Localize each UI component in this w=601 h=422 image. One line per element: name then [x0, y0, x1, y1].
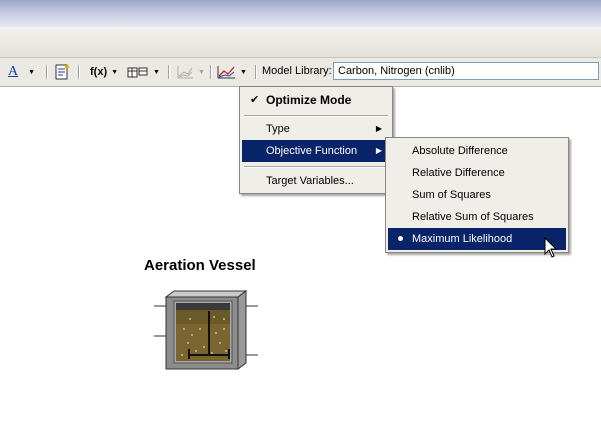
submenu-item-label: Sum of Squares	[412, 189, 491, 201]
dropdown-arrow-icon[interactable]: ▼	[198, 69, 205, 76]
menu-item-label: Objective Function	[266, 145, 358, 157]
menu-separator	[244, 166, 388, 168]
aeration-vessel-icon[interactable]	[154, 289, 258, 373]
submenu-item-sum-of-squares[interactable]: Sum of Squares	[388, 184, 566, 206]
menu-item-label: Optimize Mode	[266, 93, 352, 107]
aeration-vessel-title: Aeration Vessel	[144, 257, 256, 274]
menu-separator	[244, 115, 388, 117]
menu-item-label: Type	[266, 123, 290, 135]
mouse-cursor-icon	[544, 237, 558, 258]
toolbar-separator	[210, 65, 212, 79]
table-button[interactable]: ▼	[127, 58, 160, 86]
checkmark-icon: ✔	[250, 94, 260, 106]
dropdown-arrow-icon[interactable]: ▼	[111, 69, 118, 76]
graph-disabled-button[interactable]: ▼	[176, 58, 205, 86]
notes-icon	[55, 64, 69, 80]
menu-item-label: Target Variables...	[266, 175, 354, 187]
submenu-item-maximum-likelihood[interactable]: Maximum Likelihood	[388, 228, 566, 250]
menu-item-target-variables[interactable]: Target Variables...	[242, 170, 390, 192]
submenu-item-label: Relative Sum of Squares	[412, 211, 534, 223]
function-icon: f(x)	[90, 66, 108, 78]
model-library-field[interactable]: Carbon, Nitrogen (cnlib)	[333, 62, 599, 80]
toolbar-separator	[78, 65, 80, 79]
dropdown-arrow-icon[interactable]: ▼	[240, 69, 247, 76]
radio-bullet-icon	[398, 236, 403, 241]
notes-button[interactable]	[54, 58, 70, 86]
graph-icon	[217, 66, 235, 79]
menu-band	[0, 27, 601, 58]
submenu-item-relative-sum-of-squares[interactable]: Relative Sum of Squares	[388, 206, 566, 228]
objective-function-submenu: Absolute Difference Relative Difference …	[385, 137, 569, 253]
menu-item-optimize-mode[interactable]: ✔ Optimize Mode	[242, 89, 390, 111]
window-title-bar	[0, 0, 601, 27]
graph-disabled-icon	[177, 66, 193, 79]
submenu-item-relative-difference[interactable]: Relative Difference	[388, 162, 566, 184]
text-color-icon: A	[8, 64, 19, 79]
toolbar-separator	[255, 65, 257, 79]
submenu-arrow-icon: ▶	[375, 146, 382, 155]
dropdown-arrow-icon[interactable]: ▼	[28, 69, 35, 76]
submenu-item-label: Relative Difference	[412, 167, 505, 179]
function-button[interactable]: f(x) ▼	[90, 58, 118, 86]
submenu-item-label: Maximum Likelihood	[412, 233, 513, 245]
toolbar-separator	[168, 65, 170, 79]
context-menu: ✔ Optimize Mode Type ▶ Objective Functio…	[239, 86, 393, 194]
table-icon	[127, 67, 148, 78]
graph-button[interactable]: ▼	[216, 58, 247, 86]
menu-item-objective-function[interactable]: Objective Function ▶	[242, 140, 390, 162]
toolbar-separator	[46, 65, 48, 79]
submenu-item-absolute-difference[interactable]: Absolute Difference	[388, 140, 566, 162]
text-color-button[interactable]: A ▼	[8, 58, 35, 86]
model-library-label: Model Library:	[262, 65, 332, 77]
dropdown-arrow-icon[interactable]: ▼	[153, 69, 160, 76]
menu-item-type[interactable]: Type ▶	[242, 118, 390, 140]
submenu-item-label: Absolute Difference	[412, 145, 508, 157]
submenu-arrow-icon: ▶	[375, 124, 382, 133]
